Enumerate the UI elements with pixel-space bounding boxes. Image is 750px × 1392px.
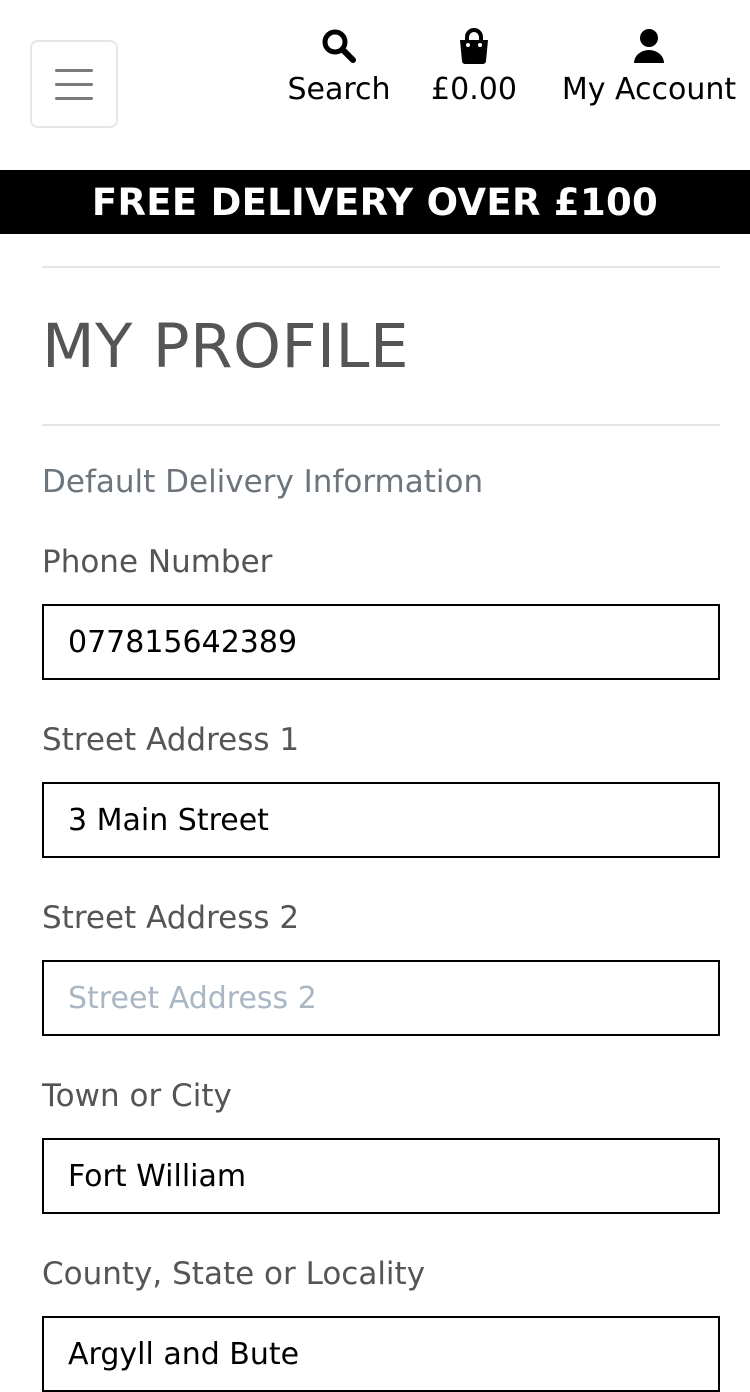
- shopping-bag-icon: [454, 26, 494, 66]
- county-field: County, State or Locality: [42, 1254, 720, 1392]
- page-title: MY PROFILE: [42, 310, 410, 382]
- site-header: Search £0.00 My Account: [0, 0, 750, 170]
- free-delivery-text: FREE DELIVERY OVER £100: [91, 180, 659, 224]
- street-address-2-label: Street Address 2: [42, 900, 300, 936]
- bag-total: £0.00: [431, 72, 517, 107]
- town-or-city-label: Town or City: [42, 1078, 232, 1114]
- shopping-bag-link[interactable]: £0.00: [428, 26, 520, 110]
- user-icon: [629, 26, 669, 66]
- my-account-label: My Account: [561, 72, 737, 107]
- free-delivery-banner: FREE DELIVERY OVER £100: [0, 170, 750, 234]
- street-address-2-input[interactable]: [42, 960, 720, 1036]
- section-heading: Default Delivery Information: [42, 464, 484, 500]
- county-input[interactable]: [42, 1316, 720, 1392]
- divider: [42, 424, 720, 426]
- menu-toggle-button[interactable]: [30, 40, 118, 128]
- town-or-city-field: Town or City: [42, 1076, 720, 1214]
- town-or-city-input[interactable]: [42, 1138, 720, 1214]
- county-label: County, State or Locality: [42, 1256, 426, 1292]
- hamburger-icon-bar: [55, 68, 93, 72]
- my-account-link[interactable]: My Account: [552, 26, 746, 110]
- hamburger-icon-bar: [55, 96, 93, 100]
- search-icon: [319, 26, 359, 66]
- hamburger-icon-bar: [55, 82, 93, 86]
- street-address-2-field: Street Address 2: [42, 898, 720, 1036]
- search-link[interactable]: Search: [283, 26, 395, 110]
- street-address-1-input[interactable]: [42, 782, 720, 858]
- street-address-1-field: Street Address 1: [42, 720, 720, 858]
- phone-number-field: Phone Number: [42, 542, 720, 680]
- phone-number-label: Phone Number: [42, 544, 273, 580]
- profile-content: MY PROFILE Default Delivery Information …: [0, 266, 750, 1392]
- street-address-1-label: Street Address 1: [42, 722, 300, 758]
- phone-number-input[interactable]: [42, 604, 720, 680]
- search-label: Search: [287, 72, 391, 107]
